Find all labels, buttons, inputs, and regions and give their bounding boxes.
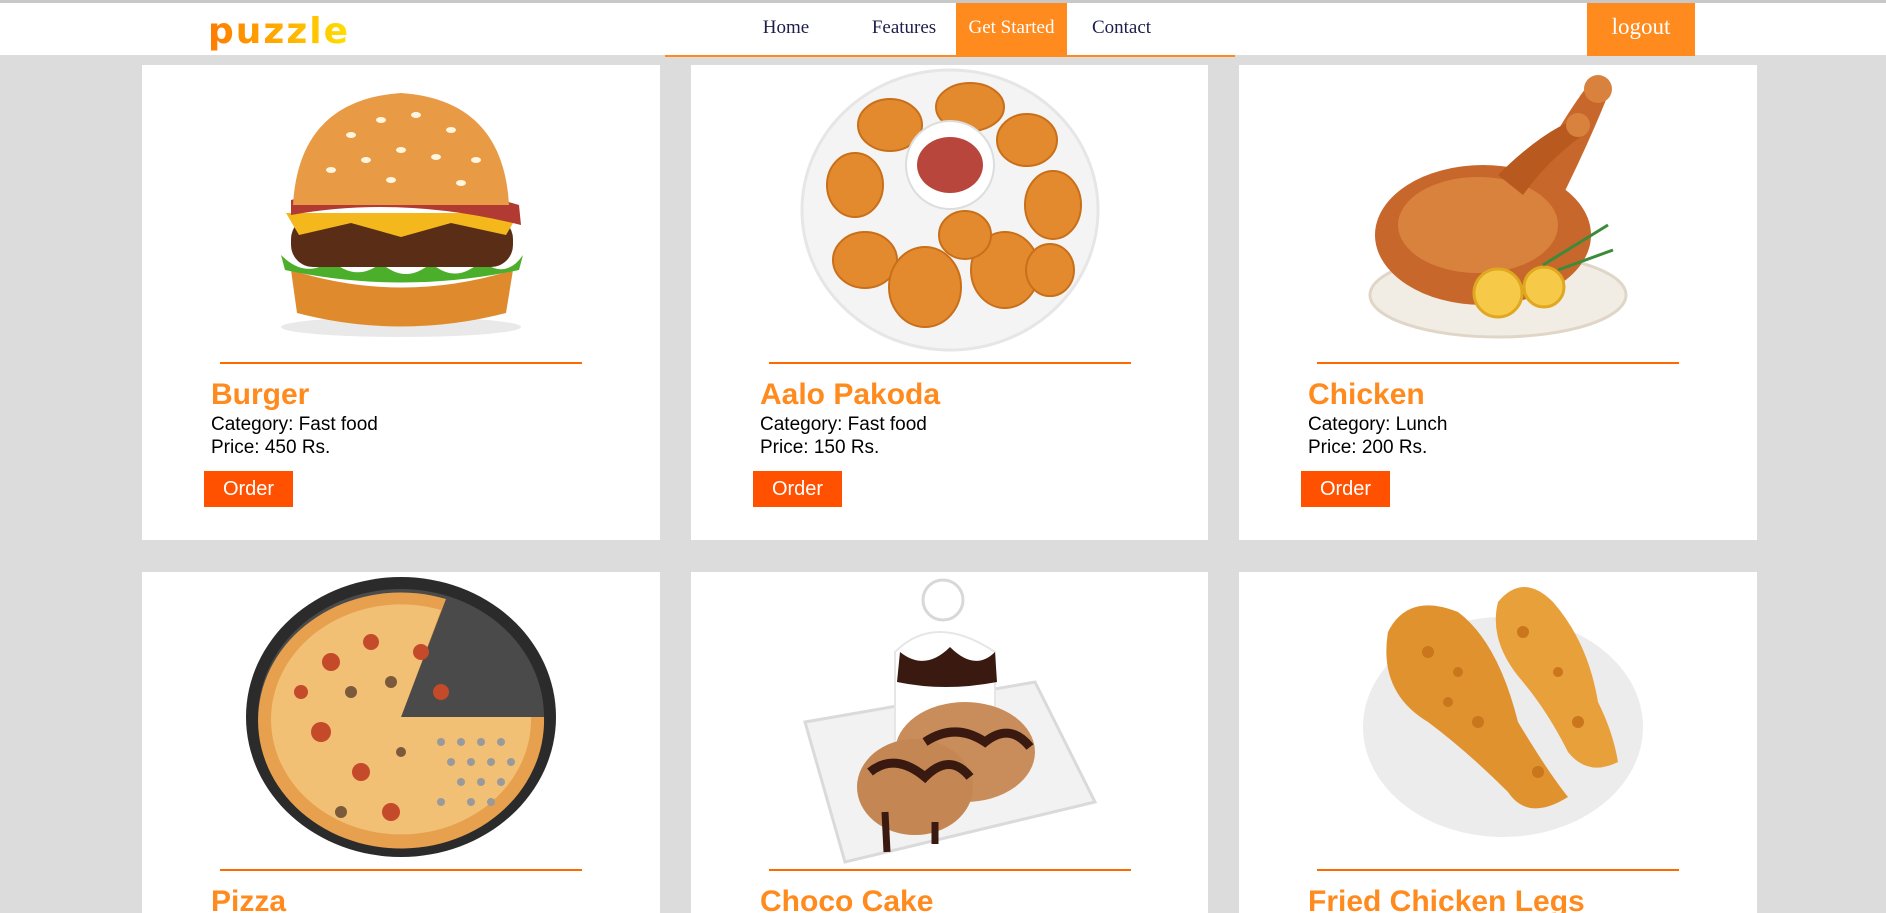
pizza-image [142,572,660,872]
product-name: Chicken [1308,378,1425,411]
product-card-aalo-pakoda: Aalo Pakoda Category: Fast food Price: 1… [691,65,1208,540]
product-name: Burger [211,378,310,411]
divider-line [1317,869,1679,871]
site-logo[interactable]: puzzle [208,12,350,52]
logout-button[interactable]: logout [1587,3,1695,56]
product-category: Category: Lunch [1308,414,1448,435]
fried-chicken-image [1239,572,1757,872]
product-price: Price: 150 Rs. [760,437,880,458]
nav-home[interactable]: Home [744,3,828,55]
product-name: Pizza [211,885,287,913]
product-price: Price: 450 Rs. [211,437,331,458]
order-button[interactable]: Order [753,471,842,507]
divider-line [1317,362,1679,364]
choco-cake-image [691,572,1208,872]
nav-features[interactable]: Features [853,3,955,55]
divider-line [220,869,582,871]
nuggets-image [691,65,1208,365]
product-category: Category: Fast food [760,414,927,435]
nav-get-started[interactable]: Get Started [956,3,1067,55]
product-name: Fried Chicken Legs [1308,885,1585,913]
product-name: Aalo Pakoda [760,378,941,411]
product-card-fried-chicken-legs: Fried Chicken Legs [1239,572,1757,913]
order-button[interactable]: Order [1301,471,1390,507]
product-card-pizza: Pizza [142,572,660,913]
product-price: Price: 200 Rs. [1308,437,1428,458]
divider-line [220,362,582,364]
burger-image [142,65,660,365]
roast-chicken-image [1239,65,1757,365]
product-category: Category: Fast food [211,414,378,435]
divider-line [769,869,1131,871]
product-card-burger: Burger Category: Fast food Price: 450 Rs… [142,65,660,540]
product-name: Choco Cake [760,885,934,913]
order-button[interactable]: Order [204,471,293,507]
divider-line [769,362,1131,364]
product-card-chicken: Chicken Category: Lunch Price: 200 Rs. O… [1239,65,1757,540]
nav-contact[interactable]: Contact [1069,3,1174,55]
main-nav: Home Features Get Started Contact [665,3,1235,57]
product-card-choco-cake: Choco Cake [691,572,1208,913]
